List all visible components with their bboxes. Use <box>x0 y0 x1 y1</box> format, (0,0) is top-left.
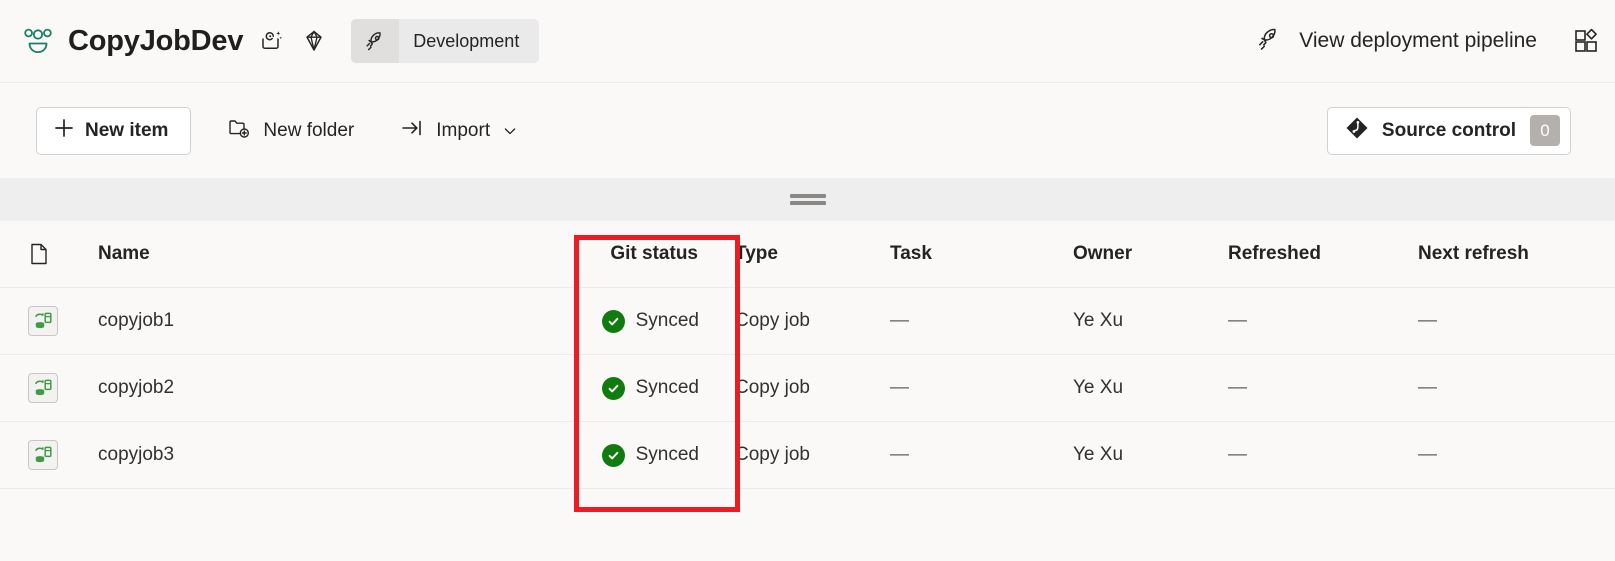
import-label: Import <box>436 119 491 141</box>
header-actions: View deployment pipeline <box>1255 25 1615 58</box>
rocket-icon <box>351 19 400 63</box>
copy-job-icon <box>28 306 58 336</box>
item-owner: Ye Xu <box>1073 444 1124 465</box>
item-refreshed: — <box>1228 444 1247 465</box>
item-owner: Ye Xu <box>1073 377 1124 398</box>
git-status-label: Synced <box>635 310 699 331</box>
new-folder-button[interactable]: New folder <box>217 109 364 153</box>
git-status-cell: Synced <box>518 309 718 333</box>
rocket-icon <box>1255 25 1283 58</box>
branch-chip-development[interactable]: Development <box>351 19 540 63</box>
synced-check-icon <box>601 309 625 333</box>
drag-handle-icon[interactable] <box>789 194 826 205</box>
workspace-people-icon <box>22 25 54 57</box>
git-status-cell: Synced <box>518 443 718 467</box>
git-branch-icon <box>1344 115 1370 146</box>
table-row[interactable]: copyjob1 Synced Copy job — Ye Xu — — <box>0 288 1615 355</box>
new-item-label: New item <box>85 119 169 141</box>
item-task: — <box>890 377 909 398</box>
plus-icon <box>53 117 75 144</box>
new-folder-label: New folder <box>263 119 355 141</box>
item-type: Copy job <box>735 310 810 331</box>
folder-add-icon <box>227 116 251 145</box>
source-control-label: Source control <box>1381 119 1516 141</box>
table-row[interactable]: copyjob2 Synced Copy job — Ye Xu — — <box>0 355 1615 422</box>
branch-chip-label: Development <box>413 30 520 51</box>
column-header-next-refresh[interactable]: Next refresh <box>1403 243 1613 265</box>
item-refreshed: — <box>1228 377 1247 398</box>
git-status-label: Synced <box>635 444 699 465</box>
item-owner: Ye Xu <box>1073 310 1124 331</box>
item-next-refresh: — <box>1418 310 1437 331</box>
item-next-refresh: — <box>1418 444 1437 465</box>
copy-job-icon <box>28 440 58 470</box>
column-header-git-status[interactable]: Git status <box>518 243 718 265</box>
synced-check-icon <box>601 443 625 467</box>
item-name[interactable]: copyjob3 <box>98 444 518 466</box>
item-type: Copy job <box>735 444 810 465</box>
document-icon <box>28 242 98 266</box>
column-header-owner[interactable]: Owner <box>1058 243 1213 265</box>
column-header-task[interactable]: Task <box>873 243 1058 265</box>
git-status-label: Synced <box>635 377 699 398</box>
import-arrow-icon <box>400 116 424 145</box>
item-name[interactable]: copyjob2 <box>98 377 518 399</box>
source-control-count-badge: 0 <box>1530 115 1560 146</box>
view-deployment-pipeline-button[interactable]: View deployment pipeline <box>1255 25 1537 58</box>
app-root: CopyJobDev Development View deployment p… <box>0 0 1615 561</box>
column-header-name[interactable]: Name <box>98 243 518 265</box>
ai-sparkle-icon[interactable] <box>259 28 285 54</box>
table-header-row: Name Git status Type Task Owner Refreshe… <box>0 221 1615 288</box>
workspace-header: CopyJobDev Development View deployment p… <box>0 0 1615 83</box>
column-header-type[interactable]: Type <box>718 243 873 265</box>
synced-check-icon <box>601 376 625 400</box>
item-type: Copy job <box>735 377 810 398</box>
command-toolbar: New item New folder Import Source contro… <box>0 83 1615 178</box>
view-deployment-pipeline-label: View deployment pipeline <box>1299 29 1537 52</box>
row-icon-cell <box>28 373 98 403</box>
apps-add-icon[interactable] <box>1571 26 1601 56</box>
new-item-button[interactable]: New item <box>36 106 192 155</box>
row-icon-cell <box>28 440 98 470</box>
row-icon-cell <box>28 306 98 336</box>
item-task: — <box>890 444 909 465</box>
item-task: — <box>890 310 909 331</box>
items-table: Name Git status Type Task Owner Refreshe… <box>0 221 1615 561</box>
git-status-cell: Synced <box>518 376 718 400</box>
diamond-premium-icon[interactable] <box>301 28 327 54</box>
item-next-refresh: — <box>1418 377 1437 398</box>
table-row[interactable]: copyjob3 Synced Copy job — Ye Xu — — <box>0 422 1615 489</box>
item-refreshed: — <box>1228 310 1247 331</box>
item-name[interactable]: copyjob1 <box>98 310 518 332</box>
page-title: CopyJobDev <box>68 24 244 57</box>
chevron-down-icon <box>502 123 518 139</box>
pane-splitter[interactable] <box>0 178 1615 221</box>
source-control-button[interactable]: Source control 0 <box>1326 106 1571 155</box>
copy-job-icon <box>28 373 58 403</box>
column-header-refreshed[interactable]: Refreshed <box>1213 243 1403 265</box>
import-button[interactable]: Import <box>390 109 528 153</box>
